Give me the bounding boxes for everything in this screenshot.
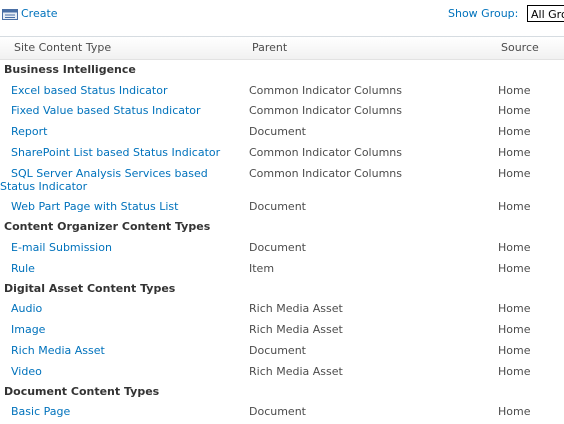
source-cell: Home	[498, 344, 531, 357]
group-header: Business Intelligence	[4, 63, 136, 76]
source-cell: Home	[498, 200, 531, 213]
create-button[interactable]: Create	[2, 7, 58, 20]
toolbar: Create Show Group: All Gro	[0, 0, 564, 30]
parent-cell: Rich Media Asset	[249, 323, 343, 336]
source-cell: Home	[498, 104, 531, 117]
content-type-link[interactable]: SharePoint List based Status Indicator	[11, 146, 220, 159]
source-cell: Home	[498, 302, 531, 315]
source-cell: Home	[498, 405, 531, 418]
column-header-site-content-type[interactable]: Site Content Type	[14, 41, 111, 54]
parent-cell: Common Indicator Columns	[249, 146, 403, 159]
group-header: Document Content Types	[4, 385, 160, 398]
source-cell: Home	[498, 167, 531, 180]
source-cell: Home	[498, 84, 531, 97]
parent-cell: Rich Media Asset	[249, 302, 343, 315]
show-group-label: Show Group:	[448, 7, 519, 20]
parent-cell: Common Indicator Columns	[249, 84, 403, 97]
source-cell: Home	[498, 365, 531, 378]
parent-cell: Document	[249, 241, 306, 254]
group-header: Digital Asset Content Types	[4, 282, 176, 295]
parent-cell: Item	[249, 262, 275, 275]
content-type-link[interactable]: Excel based Status Indicator	[11, 84, 168, 97]
parent-cell: Document	[249, 200, 306, 213]
content-type-link[interactable]: Basic Page	[11, 405, 70, 418]
content-type-link[interactable]: Rule	[11, 262, 35, 275]
source-cell: Home	[498, 125, 531, 138]
column-header-parent[interactable]: Parent	[252, 41, 287, 54]
content-type-link[interactable]: E-mail Submission	[11, 241, 112, 254]
content-type-link[interactable]: Audio	[11, 302, 42, 315]
source-cell: Home	[498, 241, 531, 254]
create-icon	[2, 8, 18, 20]
source-cell: Home	[498, 262, 531, 275]
column-header-source[interactable]: Source	[501, 41, 539, 54]
group-header: Content Organizer Content Types	[4, 220, 211, 233]
content-type-link[interactable]: Report	[11, 125, 47, 138]
content-type-link[interactable]: Rich Media Asset	[11, 344, 105, 357]
parent-cell: Document	[249, 405, 306, 418]
content-type-link[interactable]: Image	[11, 323, 45, 336]
content-type-link[interactable]: SQL Server Analysis Services based Statu…	[0, 167, 226, 193]
source-cell: Home	[498, 146, 531, 159]
content-type-link[interactable]: Web Part Page with Status List	[11, 200, 178, 213]
source-cell: Home	[498, 323, 531, 336]
parent-cell: Rich Media Asset	[249, 365, 343, 378]
parent-cell: Common Indicator Columns	[249, 167, 403, 180]
parent-cell: Document	[249, 125, 306, 138]
parent-cell: Common Indicator Columns	[249, 104, 403, 117]
content-type-link[interactable]: Fixed Value based Status Indicator	[11, 104, 201, 117]
content-type-link[interactable]: Video	[11, 365, 42, 378]
parent-cell: Document	[249, 344, 306, 357]
show-group-select[interactable]: All Gro	[527, 5, 564, 22]
create-label: Create	[21, 7, 58, 20]
table-header: Site Content Type Parent Source	[0, 37, 564, 60]
